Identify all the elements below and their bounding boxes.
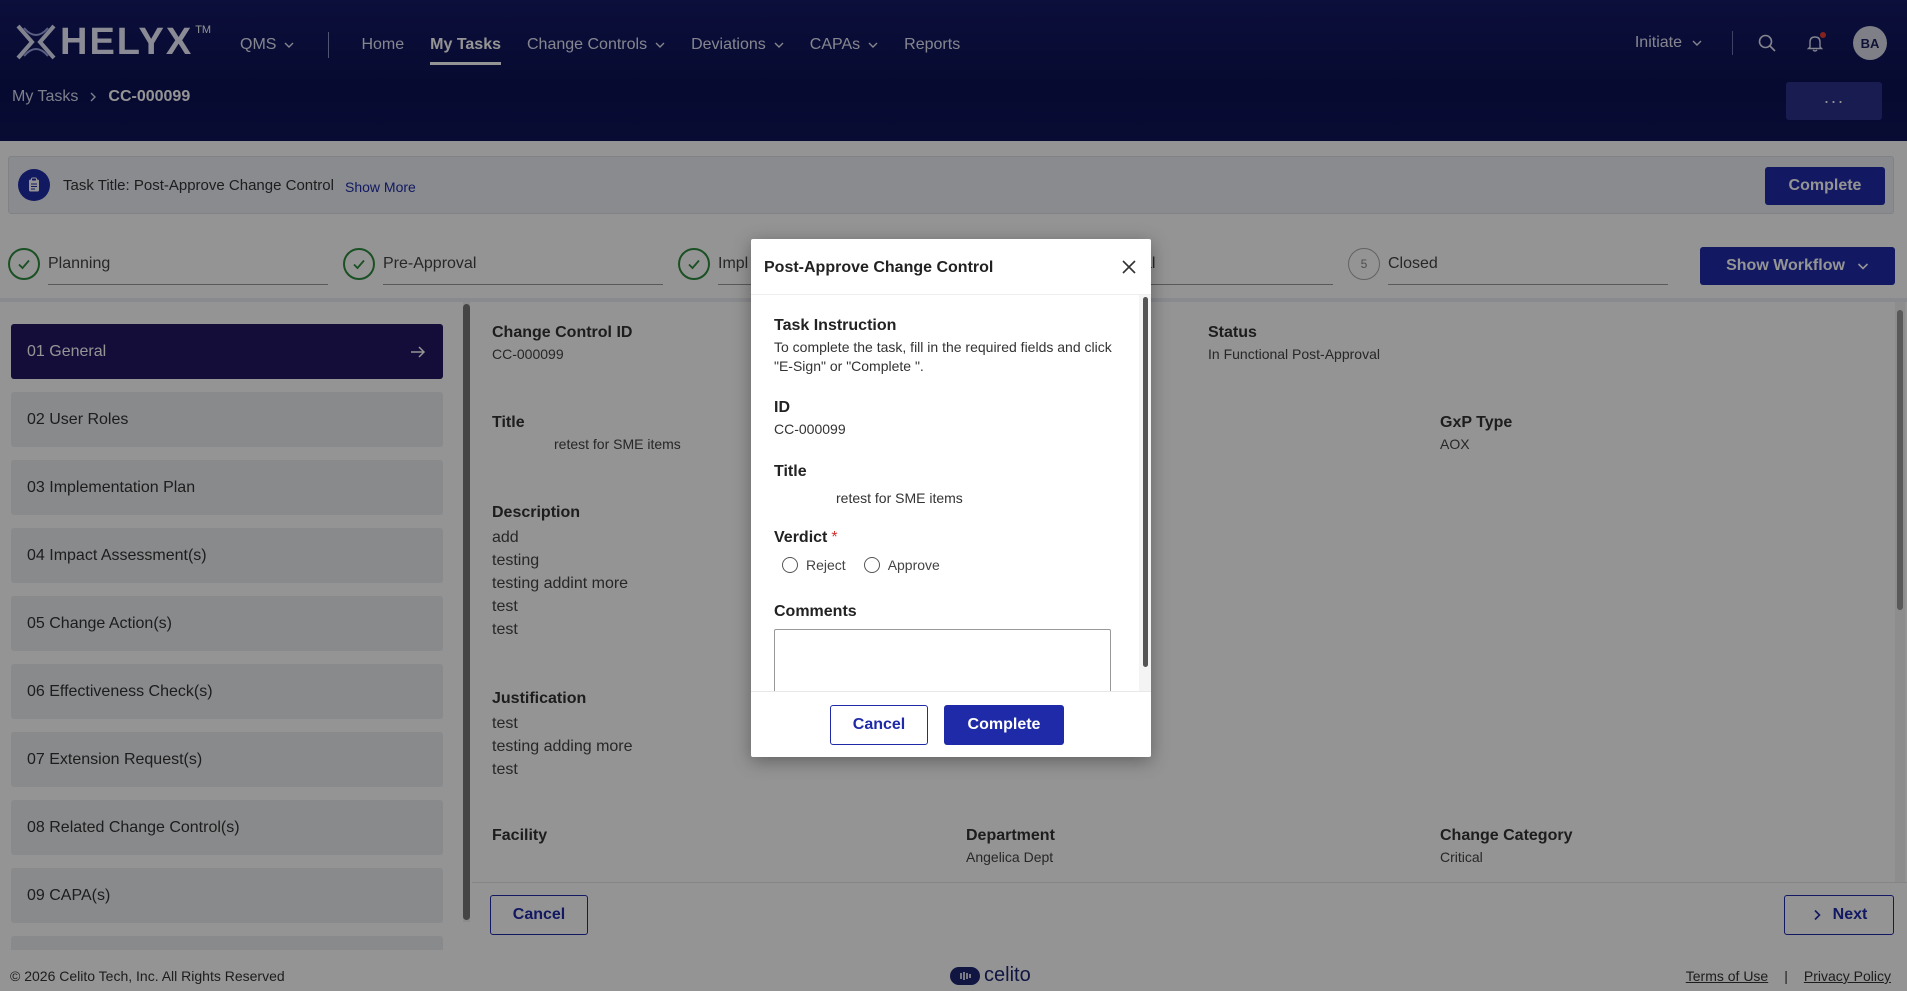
post-approve-dialog: Post-Approve Change Control Task Instruc… [751,239,1151,757]
id-label: ID [774,399,790,416]
task-instruction-text: To complete the task, fill in the requir… [774,339,1112,374]
scrollbar-thumb[interactable] [1143,297,1148,667]
comments-textarea[interactable] [774,629,1111,691]
task-instruction: Task Instruction To complete the task, f… [774,317,1114,376]
dialog-field-id: ID CC-000099 [774,399,1114,439]
dialog-footer: Cancel Complete [751,691,1151,757]
required-marker: * [831,529,838,546]
dialog-field-title: Title retest for SME items [774,463,1114,508]
dialog-cancel-button[interactable]: Cancel [830,705,928,745]
id-value: CC-000099 [774,421,846,437]
task-instruction-label: Task Instruction [774,317,897,334]
dialog-body: Task Instruction To complete the task, f… [751,295,1139,691]
dialog-title: Post-Approve Change Control [764,259,994,276]
reject-radio-label[interactable]: Reject [806,557,846,573]
comments-label: Comments [774,603,857,620]
reject-radio[interactable] [782,557,798,573]
title-value: retest for SME items [836,490,963,506]
verdict-field: Verdict * Reject Approve [774,529,1114,573]
approve-radio-label[interactable]: Approve [888,557,940,573]
dialog-complete-button[interactable]: Complete [944,705,1064,745]
dialog-scrollbar[interactable] [1139,295,1151,691]
comments-field: Comments [774,603,1114,691]
close-icon[interactable] [1119,257,1139,277]
title-label: Title [774,463,807,480]
approve-radio[interactable] [863,557,880,573]
dialog-header: Post-Approve Change Control [751,239,1151,295]
verdict-radio-group: Reject Approve [774,557,1114,573]
verdict-label: Verdict [774,529,828,546]
